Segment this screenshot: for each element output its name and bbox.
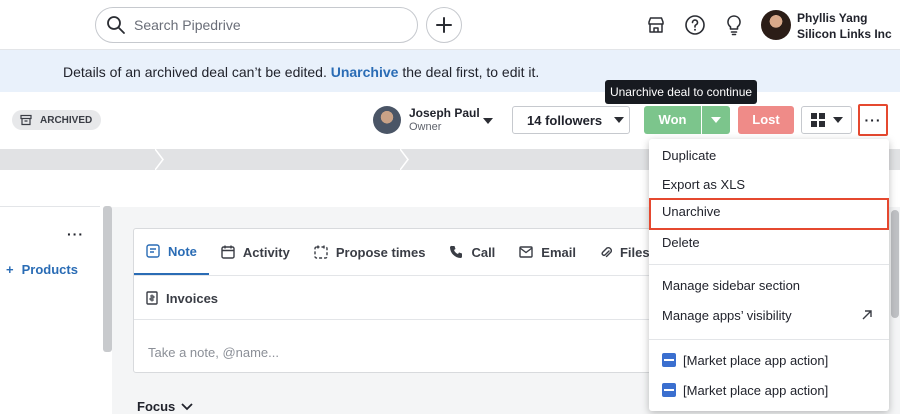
phone-icon	[450, 245, 463, 258]
owner-selector[interactable]: Joseph Paul Owner	[409, 106, 480, 134]
tab-call[interactable]: Call	[437, 229, 507, 275]
note-icon	[146, 244, 160, 258]
stage-separator	[155, 149, 164, 170]
plus-icon: +	[6, 262, 14, 277]
banner-text: Details of an archived deal can’t be edi…	[63, 64, 327, 80]
search-icon	[107, 16, 125, 34]
search-input[interactable]: Search Pipedrive	[134, 17, 241, 33]
menu-item-label: [Market place app action]	[683, 383, 829, 398]
archived-label: ARCHIVED	[40, 114, 93, 126]
lightbulb-icon	[727, 15, 741, 36]
composer-divider	[134, 319, 732, 320]
more-actions-menu: Duplicate Export as XLS Unarchive Delete…	[649, 139, 889, 411]
composer-tabs-row2: Invoices	[134, 284, 230, 312]
calendar-icon	[221, 245, 235, 259]
tab-label: Files	[619, 244, 650, 260]
menu-item-label: [Market place app action]	[683, 353, 829, 368]
scrollbar[interactable]	[891, 210, 899, 318]
focus-label: Focus	[137, 399, 176, 414]
menu-item-app-action[interactable]: [Market place app action]	[649, 347, 889, 375]
tab-divider	[134, 275, 732, 276]
add-products-link[interactable]: + Products	[6, 262, 78, 277]
caret-down-icon	[614, 117, 625, 123]
tab-invoices[interactable]: Invoices	[134, 284, 230, 312]
tab-activity[interactable]: Activity	[209, 229, 302, 275]
lost-button[interactable]: Lost	[738, 106, 794, 134]
tooltip: Unarchive deal to continue	[605, 80, 757, 104]
stage-separator	[400, 149, 409, 170]
won-dropdown-button[interactable]	[702, 106, 730, 134]
sidebar-more-button[interactable]: ···	[67, 226, 84, 242]
tab-propose-times[interactable]: Propose times	[302, 229, 438, 275]
app-icon	[662, 383, 676, 397]
menu-item-duplicate[interactable]: Duplicate	[649, 142, 889, 170]
user-avatar[interactable]	[761, 10, 791, 40]
user-info[interactable]: Phyllis Yang Silicon Links Inc	[797, 10, 892, 42]
focus-section-toggle[interactable]: Focus	[137, 399, 193, 414]
tab-label: Call	[471, 244, 496, 260]
marketplace-button[interactable]	[644, 13, 668, 37]
sidebar	[0, 206, 100, 414]
products-label: Products	[21, 262, 78, 277]
menu-item-delete[interactable]: Delete	[649, 229, 889, 257]
user-name: Phyllis Yang	[797, 11, 868, 25]
menu-divider	[649, 339, 889, 340]
unarchive-link[interactable]: Unarchive	[331, 64, 399, 80]
tab-note[interactable]: Note	[134, 229, 209, 275]
top-bar: Search Pipedrive Phyllis Yang Silicon Li…	[0, 0, 900, 50]
help-icon	[685, 15, 705, 35]
archived-banner: Details of an archived deal can’t be edi…	[0, 50, 900, 92]
archived-badge: ARCHIVED	[12, 110, 102, 130]
note-composer: Note Activity Propose times Call Email F…	[133, 228, 733, 373]
tab-email[interactable]: Email	[507, 229, 588, 275]
won-button[interactable]: Won	[644, 106, 701, 134]
owner-avatar[interactable]	[373, 106, 401, 134]
view-switch-button[interactable]	[801, 106, 852, 134]
owner-name: Joseph Paul	[409, 106, 480, 120]
company-name: Silicon Links Inc	[797, 27, 892, 41]
menu-item-export-xls[interactable]: Export as XLS	[649, 171, 889, 199]
menu-item-unarchive[interactable]: Unarchive	[649, 198, 889, 230]
owner-role: Owner	[409, 121, 442, 133]
archive-icon	[20, 114, 32, 126]
tab-label: Email	[541, 244, 576, 260]
menu-item-label: Manage apps’ visibility	[662, 308, 792, 323]
menu-divider	[649, 264, 889, 265]
menu-item-manage-apps[interactable]: Manage apps’ visibility	[649, 302, 889, 330]
caret-down-icon[interactable]	[483, 118, 493, 124]
chevron-down-icon	[181, 402, 193, 410]
tab-label: Propose times	[335, 244, 426, 260]
more-actions-button[interactable]: ···	[858, 104, 888, 136]
caret-down-icon	[711, 117, 721, 123]
marketplace-icon	[648, 17, 664, 33]
plus-icon	[436, 17, 452, 33]
add-button[interactable]	[426, 7, 462, 43]
email-icon	[519, 246, 533, 258]
tab-label: Activity	[242, 244, 290, 260]
banner-suffix: the deal first, to edit it.	[402, 64, 540, 80]
external-arrow-icon	[862, 310, 872, 320]
invoice-icon	[146, 291, 158, 305]
panel-resize-handle[interactable]	[103, 206, 112, 352]
paperclip-icon	[601, 247, 612, 258]
help-button[interactable]	[683, 13, 707, 37]
menu-item-app-action[interactable]: [Market place app action]	[649, 377, 889, 405]
caret-down-icon	[832, 117, 843, 123]
menu-item-manage-sidebar[interactable]: Manage sidebar section	[649, 272, 889, 300]
tips-button[interactable]	[722, 13, 746, 37]
followers-button[interactable]: 14 followers	[512, 106, 630, 134]
tab-label: Note	[168, 243, 197, 259]
tab-label: Invoices	[166, 290, 219, 306]
grid-icon	[810, 113, 825, 127]
composer-tabs: Note Activity Propose times Call Email F…	[134, 229, 662, 275]
search-bar[interactable]: Search Pipedrive	[95, 7, 418, 43]
followers-label: 14 followers	[527, 112, 603, 128]
note-input[interactable]: Take a note, @name...	[148, 345, 279, 360]
propose-times-icon	[314, 245, 328, 259]
app-icon	[662, 353, 676, 367]
